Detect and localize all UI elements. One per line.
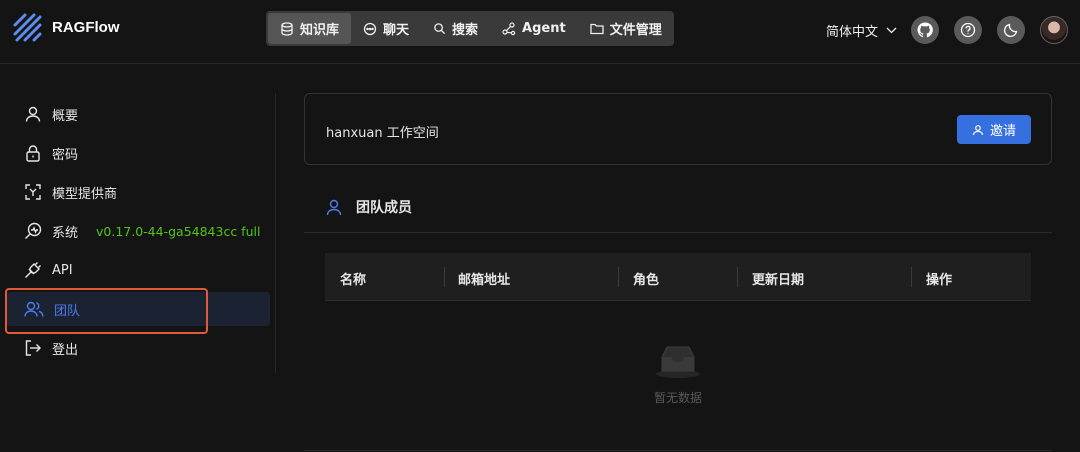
empty-inbox-icon <box>656 346 700 378</box>
model-provider-icon <box>25 184 41 200</box>
sidebar-item-label: 登出 <box>52 342 79 358</box>
column-header-role[interactable]: 角色 <box>633 269 659 288</box>
nav-label: Agent <box>522 21 566 36</box>
invite-button[interactable]: 邀请 <box>957 115 1031 144</box>
sidebar-item-logout[interactable]: 登出 <box>6 331 270 365</box>
sidebar-item-password[interactable]: 密码 <box>6 136 270 170</box>
chevron-down-icon <box>886 27 897 33</box>
sidebar-item-team[interactable]: 团队 <box>6 292 270 326</box>
empty-state: 暂无数据 <box>630 343 726 406</box>
column-header-email[interactable]: 邮箱地址 <box>458 269 510 288</box>
invite-label: 邀请 <box>989 124 1016 139</box>
workspace-title: hanxuan 工作空间 <box>326 126 439 141</box>
user-icon <box>972 124 984 135</box>
github-icon <box>917 22 933 38</box>
divider <box>304 232 1052 233</box>
chat-bubble-icon <box>363 22 377 35</box>
user-icon <box>25 106 41 122</box>
github-button[interactable] <box>911 16 939 44</box>
sidebar-item-api[interactable]: API <box>6 253 270 287</box>
column-header-updated-date[interactable]: 更新日期 <box>752 269 804 288</box>
moon-icon <box>1003 23 1018 38</box>
sidebar-item-label: 密码 <box>52 147 79 163</box>
theme-toggle-button[interactable] <box>997 16 1025 44</box>
team-icon <box>24 301 44 317</box>
folder-icon <box>590 23 604 35</box>
team-members-title: 团队成员 <box>356 200 412 216</box>
nav-file-management[interactable]: 文件管理 <box>578 13 674 44</box>
nav-label: 文件管理 <box>609 23 662 38</box>
sidebar-item-profile[interactable]: 概要 <box>6 97 270 131</box>
nav-label: 搜索 <box>452 23 479 38</box>
sidebar-item-label: 系统 <box>52 225 79 241</box>
sidebar-item-label: 模型提供商 <box>52 186 118 202</box>
nav-knowledge-base[interactable]: 知识库 <box>268 13 352 44</box>
column-header-actions[interactable]: 操作 <box>926 269 952 288</box>
database-icon <box>281 21 293 36</box>
user-icon <box>326 199 342 215</box>
sidebar-item-system[interactable]: 系统 v0.17.0-44-ga54843cc full <box>6 214 270 248</box>
user-avatar[interactable] <box>1040 16 1068 44</box>
help-icon <box>960 22 976 38</box>
ragflow-logo-icon <box>13 13 42 42</box>
header-actions: 简体中文 <box>826 16 1068 44</box>
nav-label: 知识库 <box>300 23 340 38</box>
top-header: RAGFlow 知识库 聊天 搜索 Agent 文件管理 简体中文 <box>0 0 1080 64</box>
column-separator <box>618 267 619 287</box>
column-separator <box>911 267 912 287</box>
column-separator <box>737 267 738 287</box>
system-monitor-icon <box>25 222 42 239</box>
help-button[interactable] <box>954 16 982 44</box>
app-logo[interactable]: RAGFlow <box>12 12 120 42</box>
sidebar-item-label: 团队 <box>54 303 81 319</box>
system-version: v0.17.0-44-ga54843cc full <box>96 223 261 239</box>
sidebar-item-label: API <box>52 262 73 278</box>
team-members-header: 团队成员 <box>326 197 412 217</box>
top-navigation: 知识库 聊天 搜索 Agent 文件管理 <box>266 11 674 46</box>
column-header-name[interactable]: 名称 <box>340 269 366 288</box>
divider <box>304 450 1052 451</box>
app-name: RAGFlow <box>52 18 120 36</box>
search-icon <box>434 23 446 35</box>
settings-sidebar: 概要 密码 模型提供商 系统 v0.17.0-44-ga54843cc full… <box>0 93 276 373</box>
api-plug-icon <box>25 262 41 278</box>
team-table-header: 名称 邮箱地址 角色 更新日期 操作 <box>325 253 1031 301</box>
column-separator <box>444 267 445 287</box>
nav-agent[interactable]: Agent <box>490 13 578 44</box>
sidebar-item-label: 概要 <box>52 108 79 124</box>
language-label: 简体中文 <box>825 24 878 40</box>
workspace-card: hanxuan 工作空间 邀请 <box>304 93 1052 165</box>
sidebar-item-model-providers[interactable]: 模型提供商 <box>6 175 270 209</box>
nav-search[interactable]: 搜索 <box>421 13 490 44</box>
agent-graph-icon <box>502 21 516 35</box>
empty-state-text: 暂无数据 <box>653 391 702 405</box>
nav-label: 聊天 <box>383 23 410 38</box>
logout-icon <box>25 340 41 356</box>
language-selector[interactable]: 简体中文 <box>826 21 897 40</box>
lock-icon <box>26 145 40 162</box>
nav-chat[interactable]: 聊天 <box>351 13 421 44</box>
